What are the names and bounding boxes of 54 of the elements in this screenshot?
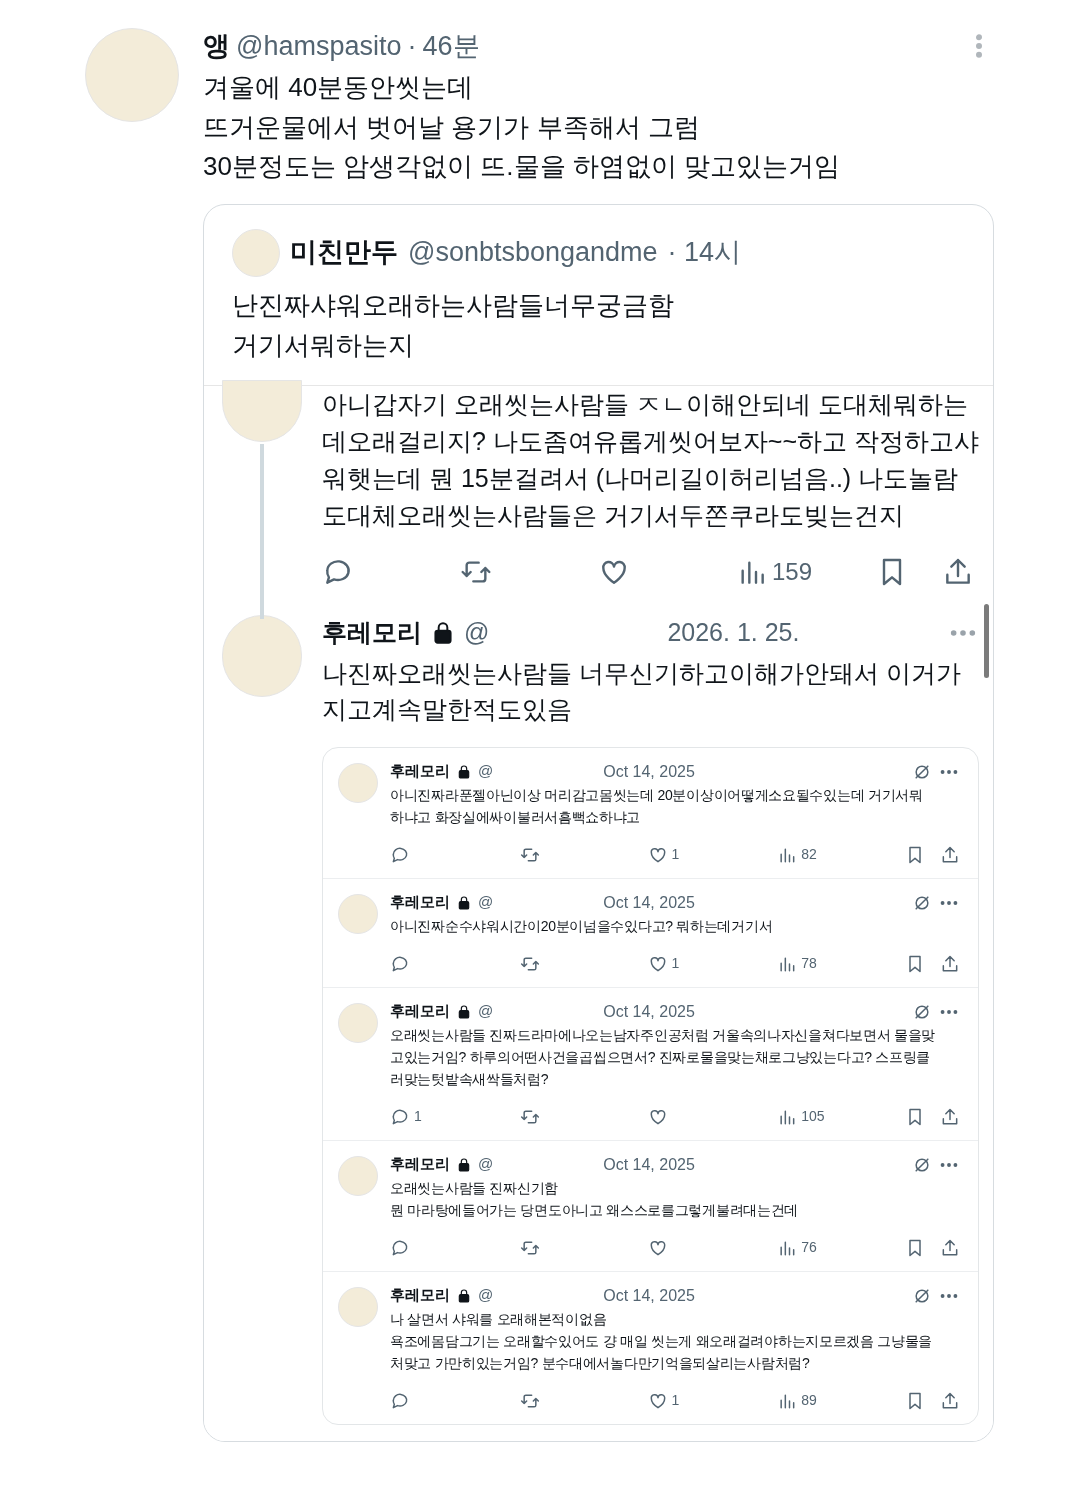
lock-icon[interactable] <box>456 1003 472 1020</box>
share-icon[interactable] <box>940 1237 960 1258</box>
post-text: 아니진짜순수샤워시간이20분이넘을수있다고? 뭐하는데거기서 <box>390 916 774 936</box>
author-name: 후레모리 <box>390 892 450 913</box>
author-name: 후레모리 <box>390 1001 450 1022</box>
reply-text: 아니갑자기 오래씻는사람들 ㅈㄴ이해안되네 도대체뭐하는 데오래걸리지? 나도좀여유롭게씻어보자~~하고 작정하고샤 워햇는데 뭔 15분걸려서 (나머리길이허리넘음..) 나도놀람 도대체오래씻는사람들은 거기서두쫀쿠라도빚는건지 <box>322 388 979 531</box>
author-handle: @ <box>478 1285 494 1306</box>
action-count: 78 <box>801 954 817 973</box>
lock-icon[interactable] <box>456 1156 472 1173</box>
action-count: 76 <box>801 1238 817 1257</box>
author-handle: @ <box>478 1154 494 1175</box>
share-icon[interactable] <box>940 844 960 865</box>
post-date: Oct 14, 2025 <box>603 1154 695 1175</box>
post-text: 오래씻는사람들 진짜신기함 뭔 마라탕에들어가는 당면도아니고 왜스스로를그렇게불려대는건데 <box>390 1178 800 1220</box>
action-count: 1 <box>671 1391 680 1410</box>
author-name: 후레모리 <box>322 616 422 648</box>
post-time: 46분 <box>422 29 480 63</box>
author-handle: @ <box>478 1001 494 1022</box>
lock-icon[interactable] <box>456 763 472 780</box>
post-text: 나진짜오래씻는사람들 너무신기하고이해가안돼서 이거가 지고계속말한적도있음 <box>322 657 962 725</box>
author-handle: @sonbtsbongandme <box>408 236 658 270</box>
author-handle: @ <box>478 761 494 782</box>
post-text: 아니진짜라푼젤아닌이상 머리감고몸씻는데 20분이상이어떻게소요될수있는데 거기서뭐 하냐고 화장실에싸이불러서흠뻑쇼하냐고 <box>390 785 924 827</box>
lock-icon[interactable] <box>456 894 472 911</box>
action-count: 82 <box>801 845 817 864</box>
author-handle: @hamspasito <box>236 29 402 63</box>
post-text: 오래씻는사람들 진짜드라마에나오는남자주인공처럼 거울속의나자신을쳐다보면서 물을맞 고있는거임? 하루의어떤사건을곱씹으면서? 진짜로물을맞는채로그냥있는다고? 스프링클 러맞는텃밭속새싹들처럼? <box>390 1025 937 1089</box>
author-name: 후레모리 <box>390 1154 450 1175</box>
action-count: 1 <box>671 954 680 973</box>
post-text: 나 살면서 샤워를 오래해본적이없음 욕조에몸담그기는 오래할수있어도 걍 매일 씻는게 왜오래걸려야하는지모르겠음 그냥물을 처맞고 가만히있는거임? 분수대에서놀다만기억을되살리는사람처럼? <box>390 1309 934 1373</box>
post-time: · 14시 <box>667 236 742 270</box>
post-text: 겨울에 40분동안씻는데 뜨거운물에서 벗어날 용기가 부족해서 그럼 30분정도는 암생각없이 뜨.물을 하염없이 맞고있는거임 <box>203 71 842 183</box>
action-count: 89 <box>801 1391 817 1410</box>
action-count: 159 <box>772 556 813 587</box>
action-count: 105 <box>801 1107 825 1126</box>
post-date: Oct 14, 2025 <box>603 892 695 913</box>
author-handle: @ <box>478 892 494 913</box>
share-icon[interactable] <box>940 1390 960 1411</box>
separator: · <box>407 29 417 63</box>
author-name: 미친만두 <box>290 236 398 270</box>
action-count: 1 <box>671 845 680 864</box>
lock-icon[interactable] <box>456 1287 472 1304</box>
post-date: Oct 14, 2025 <box>603 761 695 782</box>
quoted-text: 난진짜샤워오래하는사람들너무궁금함 거기서뭐하는지 <box>231 288 675 362</box>
share-icon[interactable] <box>940 1106 960 1127</box>
author-name: 후레모리 <box>390 1285 450 1306</box>
post-date: Oct 14, 2025 <box>603 1285 695 1306</box>
share-icon[interactable] <box>940 953 960 974</box>
author-name: 앵 <box>203 29 230 63</box>
author-name: 후레모리 <box>390 761 450 782</box>
post-date: 2026. 1. 25. <box>667 616 800 648</box>
action-count: 1 <box>414 1107 422 1126</box>
post-date: Oct 14, 2025 <box>603 1001 695 1022</box>
author-handle: @ <box>464 616 490 648</box>
